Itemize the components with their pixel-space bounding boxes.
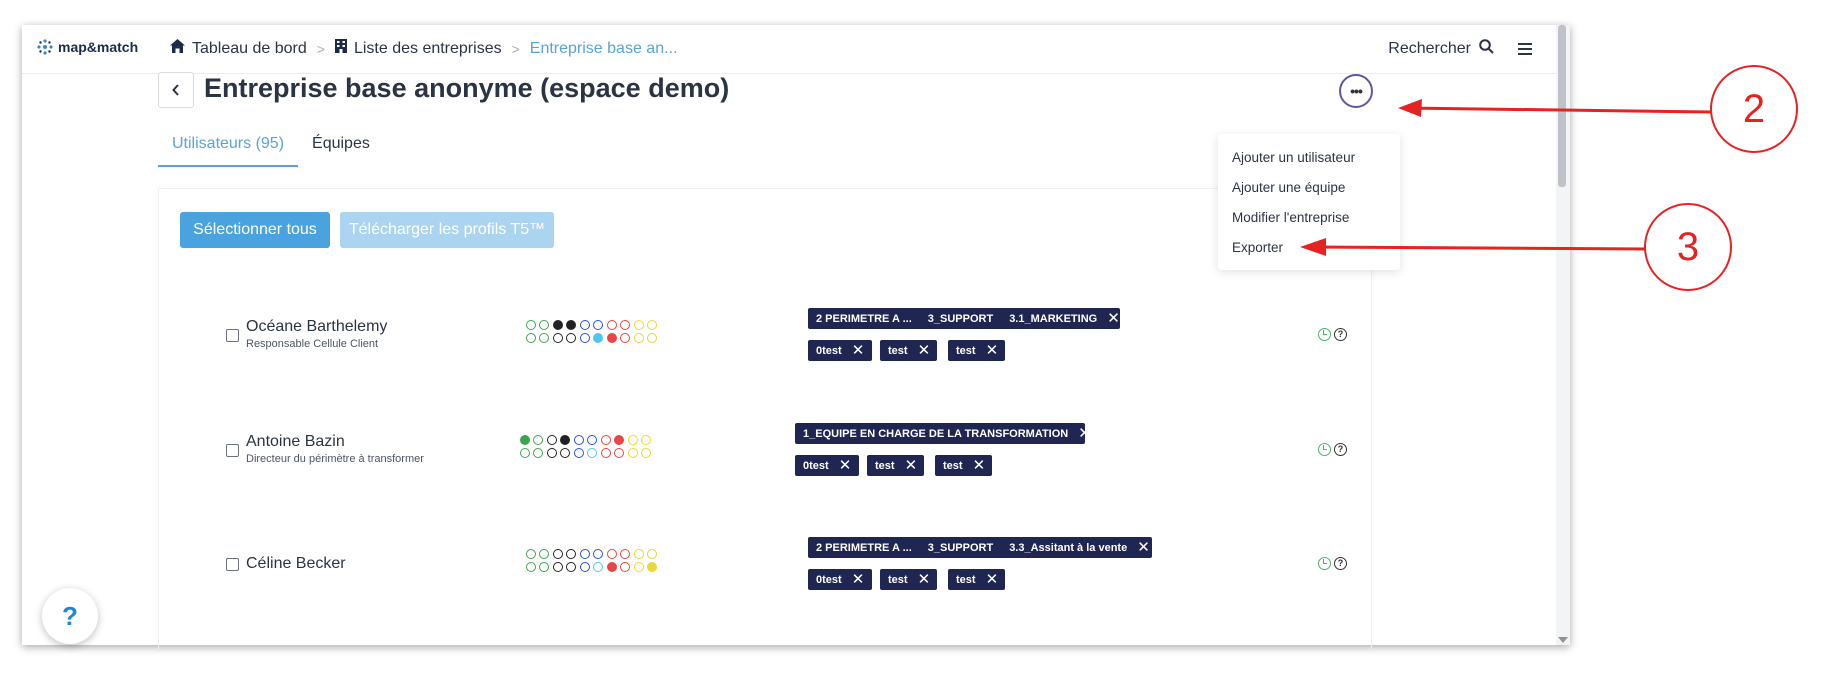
annotation-callout-2: 2 (1710, 65, 1798, 153)
annotation-arrows (1300, 99, 1713, 256)
annotation-callout-3: 3 (1644, 203, 1732, 291)
